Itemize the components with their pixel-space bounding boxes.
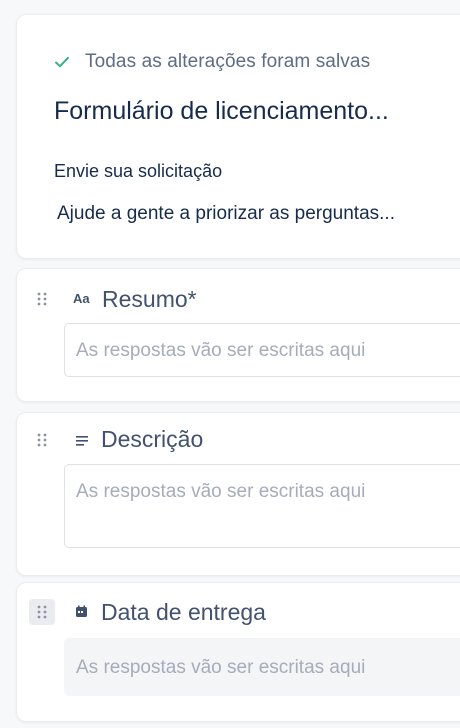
field-label-descricao[interactable]: Descrição bbox=[101, 426, 203, 453]
check-icon bbox=[55, 56, 69, 68]
save-status: Todas as alterações foram salvas bbox=[53, 51, 370, 73]
answer-input-resumo[interactable]: As respostas vão ser escritas aqui bbox=[64, 323, 460, 377]
form-description[interactable]: Ajude a gente a priorizar as perguntas..… bbox=[57, 203, 395, 225]
field-label-resumo[interactable]: Resumo* bbox=[102, 286, 197, 313]
form-header-card: Todas as alterações foram salvas Formulá… bbox=[16, 14, 460, 259]
drag-dots-icon bbox=[37, 605, 47, 619]
answer-textarea-descricao[interactable]: As respostas vão ser escritas aqui bbox=[64, 464, 460, 548]
drag-handle-icon[interactable] bbox=[29, 427, 55, 453]
drag-handle-icon[interactable] bbox=[29, 286, 55, 312]
drag-handle-icon[interactable] bbox=[29, 599, 55, 625]
form-title[interactable]: Formulário de licenciamento... bbox=[54, 97, 389, 126]
drag-dots-icon bbox=[37, 292, 47, 306]
field-label-data-entrega[interactable]: Data de entrega bbox=[101, 599, 266, 626]
form-subtitle[interactable]: Envie sua solicitação bbox=[54, 161, 222, 182]
calendar-icon bbox=[76, 605, 87, 617]
field-card-descricao[interactable]: Descrição As respostas vão ser escritas … bbox=[16, 412, 460, 576]
field-card-resumo[interactable]: Aa Resumo* As respostas vão ser escritas… bbox=[16, 268, 460, 402]
paragraph-icon bbox=[76, 436, 88, 446]
short-text-icon: Aa bbox=[73, 291, 90, 306]
drag-dots-icon bbox=[37, 433, 47, 447]
answer-input-data-entrega[interactable]: As respostas vão ser escritas aqui bbox=[64, 638, 460, 696]
save-status-text: Todas as alterações foram salvas bbox=[85, 51, 371, 72]
field-card-data-entrega[interactable]: Data de entrega As respostas vão ser esc… bbox=[16, 582, 460, 722]
